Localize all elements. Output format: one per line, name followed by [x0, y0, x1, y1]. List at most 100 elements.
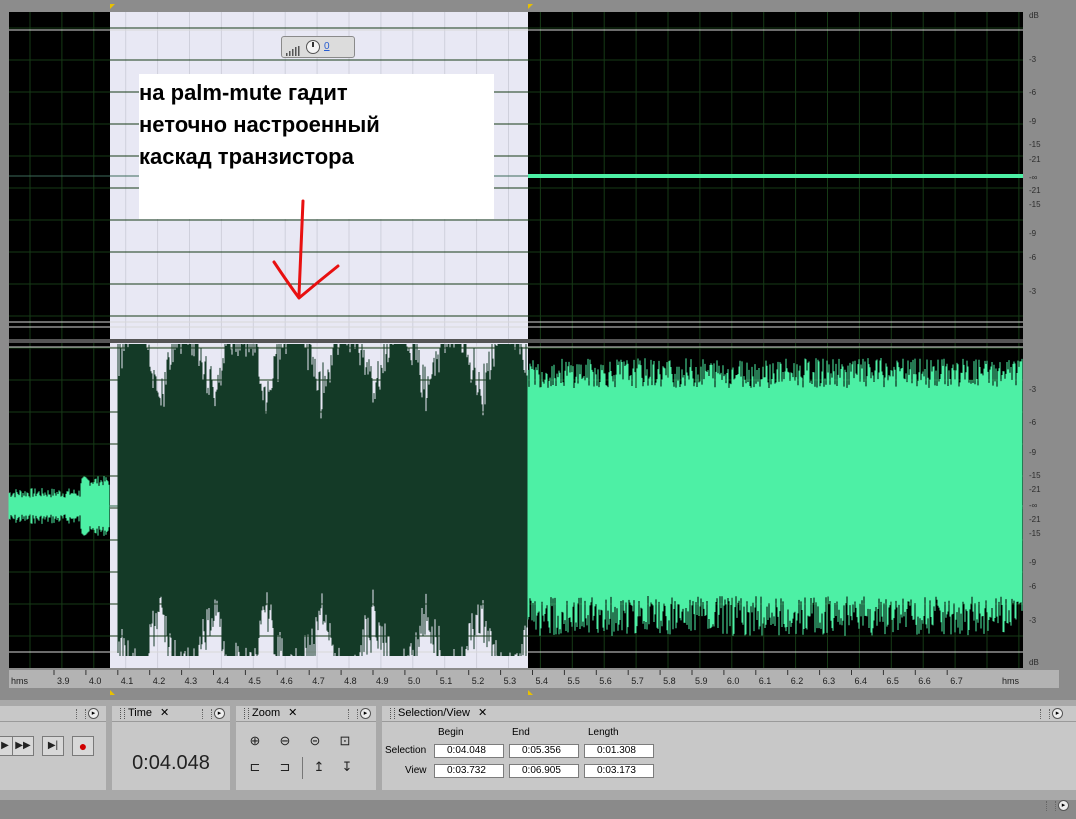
time-panel-menu[interactable]: ▸: [202, 708, 226, 720]
tab-zoom[interactable]: Zoom ✕: [240, 706, 308, 721]
volume-knob-icon[interactable]: [306, 40, 320, 54]
selection-marker-top: [528, 4, 533, 9]
selection-end-field[interactable]: 0:05.356: [509, 744, 579, 758]
db-scale-label: -3: [1029, 616, 1037, 625]
selection-view-panel-menu[interactable]: ▸: [1040, 708, 1064, 720]
time-ruler-tick-label: 4.7: [312, 676, 325, 686]
time-ruler-tick-label: 4.8: [344, 676, 357, 686]
view-row-label: View: [405, 765, 427, 776]
db-scale-label: -9: [1029, 229, 1037, 238]
close-icon[interactable]: ✕: [288, 707, 297, 719]
zoom-to-left-edge-icon[interactable]: ⊏: [244, 757, 266, 777]
view-length-field[interactable]: 0:03.173: [584, 764, 654, 778]
clip-volume-control[interactable]: 0: [281, 36, 355, 58]
record-button[interactable]: ●: [72, 736, 94, 756]
channel-1-waveform: [528, 174, 1023, 178]
time-ruler-tick-label: 5.1: [440, 676, 453, 686]
channel-2-waveform-post: [527, 358, 1023, 636]
db-scale-label: -3: [1029, 287, 1037, 296]
time-ruler-tick-label: 5.7: [631, 676, 644, 686]
zoom-panel-menu[interactable]: ▸: [348, 708, 372, 720]
selection-view-panel: Selection/View ✕ ▸ Begin End Length Selec…: [382, 706, 1076, 790]
go-to-end-button[interactable]: ▶|: [42, 736, 64, 756]
zoom-divider: [302, 757, 303, 779]
tab-time-label: Time: [128, 707, 153, 719]
time-panel: Time ✕ ▸ 0:04.048: [112, 706, 230, 790]
time-ruler-tick-label: 5.3: [504, 676, 517, 686]
volume-bars-icon: [286, 43, 300, 56]
selection-begin-field[interactable]: 0:04.048: [434, 744, 504, 758]
db-scale-label: -15: [1029, 140, 1041, 149]
status-bar-menu[interactable]: ▸: [1046, 800, 1070, 812]
channel-2-waveform-selected: [117, 344, 528, 656]
db-scale-label: dB: [1029, 11, 1039, 20]
time-ruler-tick-label: 4.6: [280, 676, 293, 686]
db-scale-label: -21: [1029, 485, 1041, 494]
waveform-editor[interactable]: dB -3 -6 -9 -15 -21 -∞ -21 -15 -9 -6 -3 -3 -6 -9 -15 -21…: [0, 0, 1076, 700]
time-ruler-tick-label: 4.1: [121, 676, 134, 686]
time-ruler-tick-label: 6.5: [886, 676, 899, 686]
selection-marker-top: [110, 4, 115, 9]
time-ruler-tick-label: 5.0: [408, 676, 421, 686]
db-scale-label: -6: [1029, 582, 1037, 591]
selection-marker-bottom: [110, 690, 115, 695]
zoom-out-horizontal-icon[interactable]: ⊖: [274, 731, 296, 751]
volume-knob-value[interactable]: 0: [324, 41, 330, 52]
time-ruler-tick-label: 6.4: [855, 676, 868, 686]
db-scale-label: -6: [1029, 88, 1037, 97]
zoom-to-selection-icon[interactable]: ⊡: [334, 731, 356, 751]
time-ruler-tick-label: 4.4: [217, 676, 230, 686]
db-scale-label: -15: [1029, 529, 1041, 538]
tab-selection-view-label: Selection/View: [398, 707, 470, 719]
tab-time[interactable]: Time ✕: [116, 706, 182, 721]
db-scale-label: -9: [1029, 117, 1037, 126]
db-scale-label: dB: [1029, 658, 1039, 667]
time-ruler-unit-left: hms: [11, 676, 29, 686]
time-ruler-tick-label: 5.8: [663, 676, 676, 686]
header-begin: Begin: [438, 727, 464, 738]
time-ruler-unit-right: hms: [1002, 676, 1020, 686]
view-end-field[interactable]: 0:06.905: [509, 764, 579, 778]
time-ruler-tick-label: 4.2: [153, 676, 166, 686]
close-icon[interactable]: ✕: [160, 707, 169, 719]
db-scale-label: -3: [1029, 385, 1037, 394]
time-display: 0:04.048: [132, 752, 210, 774]
close-icon[interactable]: ✕: [478, 707, 487, 719]
selection-length-field[interactable]: 0:01.308: [584, 744, 654, 758]
time-ruler-tick-label: 6.7: [950, 676, 963, 686]
db-scale-label: -∞: [1029, 173, 1038, 182]
time-ruler-bg: [9, 670, 1059, 688]
transport-panel: ▸ ▶ ▶▶ ▶| ●: [0, 706, 106, 790]
zoom-to-right-edge-icon[interactable]: ⊐: [274, 757, 296, 777]
time-ruler-tick-label: 6.3: [823, 676, 836, 686]
annotation-text: на palm-mute гадит неточно настроенный к…: [139, 80, 380, 169]
zoom-in-horizontal-icon[interactable]: ⊕: [244, 731, 266, 751]
db-scale-label: -9: [1029, 448, 1037, 457]
time-ruler-tick-label: 3.9: [57, 676, 70, 686]
time-ruler-tick-label: 5.6: [599, 676, 612, 686]
tab-selection-view[interactable]: Selection/View ✕: [386, 706, 494, 721]
db-scale-label: -21: [1029, 186, 1041, 195]
zoom-out-vertical-icon[interactable]: ↧: [336, 757, 358, 777]
fast-forward-button[interactable]: ▶▶: [12, 736, 34, 756]
time-ruler-tick-label: 6.2: [791, 676, 804, 686]
db-scale-label: -15: [1029, 200, 1041, 209]
db-scale-label: -21: [1029, 155, 1041, 164]
time-ruler-tick-label: 4.9: [376, 676, 389, 686]
status-bar: ▸: [0, 800, 1076, 819]
db-scale-label: -6: [1029, 418, 1037, 427]
header-length: Length: [588, 727, 619, 738]
tab-zoom-label: Zoom: [252, 707, 281, 719]
time-ruler-tick-label: 5.2: [472, 676, 485, 686]
zoom-out-full-icon[interactable]: ⊝: [304, 731, 326, 751]
transport-panel-menu[interactable]: ▸: [76, 708, 100, 720]
time-ruler-tick-label: 4.5: [248, 676, 261, 686]
time-ruler-tick-label: 6.0: [727, 676, 740, 686]
selection-row-label: Selection: [385, 745, 427, 756]
db-scale-label: -21: [1029, 515, 1041, 524]
time-ruler-tick-label: 4.3: [185, 676, 198, 686]
view-begin-field[interactable]: 0:03.732: [434, 764, 504, 778]
time-ruler-tick-label: 6.1: [759, 676, 772, 686]
zoom-in-vertical-icon[interactable]: ↥: [308, 757, 330, 777]
annotation-arrow-icon: [272, 199, 340, 300]
